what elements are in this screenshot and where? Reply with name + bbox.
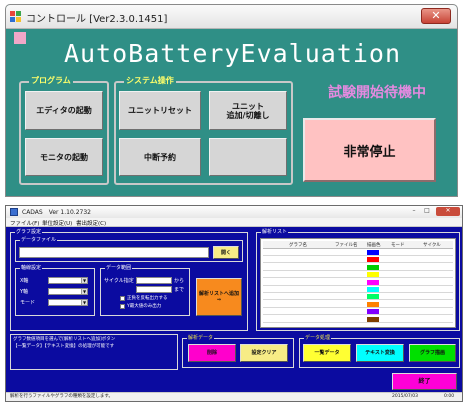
color-swatch — [367, 257, 379, 263]
close-icon[interactable]: ✕ — [421, 8, 451, 24]
emergency-stop-button[interactable]: 非常停止 — [303, 118, 436, 182]
status-bar-time: 0:00 — [444, 394, 455, 399]
list-item[interactable] — [263, 249, 453, 256]
list-item[interactable] — [263, 264, 453, 271]
chevron-down-icon[interactable]: ▼ — [81, 300, 87, 305]
list-data-button[interactable]: 一覧データ — [303, 344, 351, 362]
control-window: コントロール [Ver2.3.0.1451] ✕ AutoBatteryEval… — [5, 4, 458, 197]
cadas-app-icon — [10, 208, 18, 216]
clear-settings-button[interactable]: 設定クリア — [240, 344, 288, 362]
color-swatch — [367, 287, 379, 292]
data-file-input[interactable] — [19, 247, 209, 258]
status-bar: 解析を行うファイルやグラフの種類を設定します。 2015/07/03 0:00 — [6, 392, 462, 401]
color-swatch — [367, 272, 379, 278]
unit-add-line1: ユニット — [232, 101, 264, 111]
unit-add-line2: 追加/切離し — [226, 110, 270, 120]
cadas-window: CADAS Ver 1.10.2732 – □ ✕ ファイル(F) 単位設定(U… — [5, 205, 463, 402]
graph-draw-button[interactable]: グラフ描画 — [409, 344, 456, 362]
control-window-title: コントロール [Ver2.3.0.1451] — [26, 14, 168, 25]
list-item[interactable] — [263, 301, 453, 308]
menu-export-settings[interactable]: 書出設定(C) — [76, 219, 106, 227]
column-draw-color[interactable]: 描画色 — [367, 242, 381, 248]
status-bar-message: 解析を行うファイルやグラフの種類を設定します。 — [10, 394, 113, 399]
color-swatch — [367, 264, 379, 270]
cycle-spec-label: サイクル指定 — [104, 278, 134, 284]
color-swatch — [367, 294, 379, 300]
analysis-data-label: 解析データ — [187, 335, 215, 341]
arrow-right-icon: ⇒ — [216, 297, 222, 303]
list-item[interactable] — [263, 279, 453, 286]
analysis-list-header: グラフ名 ファイル名 描画色 モード サイクル — [263, 241, 453, 249]
test-status-text: 試験開始待機中 — [328, 85, 426, 101]
control-titlebar: コントロール [Ver2.3.0.1451] ✕ — [6, 5, 457, 29]
system-group-label: システム操作 — [124, 75, 176, 86]
unit-reset-button[interactable]: ユニットリセット — [119, 91, 201, 130]
y-axis-label: Y軸 — [20, 289, 29, 295]
exit-button[interactable]: 終了 — [392, 373, 457, 390]
y-max-only-checkbox[interactable] — [120, 304, 125, 309]
list-item[interactable] — [263, 308, 453, 316]
info-text-line2: 【一覧データ】【テキスト変換】の処理が可能です — [13, 344, 115, 349]
y-axis-select[interactable]: ▼ — [48, 288, 88, 295]
status-bar-date: 2015/07/03 — [392, 394, 418, 399]
x-axis-select[interactable]: ▼ — [48, 277, 88, 284]
list-item[interactable] — [263, 256, 453, 264]
axis-settings-label: 軸線設定 — [20, 265, 43, 271]
text-convert-button[interactable]: テキスト変換 — [356, 344, 404, 362]
from-label: から — [174, 278, 185, 284]
invert-sign-checkbox[interactable] — [120, 296, 125, 301]
minimize-icon[interactable]: – — [408, 207, 420, 216]
data-processing-label: データ処理 — [304, 335, 332, 341]
open-file-button[interactable]: 開く — [213, 246, 239, 259]
graph-settings-label: グラフ設定 — [15, 229, 43, 235]
menu-file[interactable]: ファイル(F) — [10, 219, 39, 227]
color-swatch — [367, 250, 379, 255]
column-file-name[interactable]: ファイル名 — [335, 242, 358, 248]
cycle-from-input[interactable] — [136, 277, 172, 284]
delete-button[interactable]: 削除 — [188, 344, 236, 362]
to-label: まで — [174, 287, 185, 293]
x-axis-label: X軸 — [20, 278, 29, 284]
column-graph-name[interactable]: グラフ名 — [289, 242, 307, 248]
data-file-label: データファイル — [20, 237, 58, 243]
mode-select[interactable]: ▼ — [48, 299, 88, 306]
cadas-titlebar: CADAS Ver 1.10.2732 – □ ✕ — [6, 206, 462, 218]
cycle-to-input[interactable] — [136, 286, 172, 293]
cadas-window-title: CADAS Ver 1.10.2732 — [22, 209, 91, 216]
invert-sign-label: 正負を反転出力する — [127, 296, 168, 301]
blank-button[interactable] — [209, 138, 287, 176]
maximize-icon[interactable]: □ — [421, 207, 433, 216]
launch-monitor-button[interactable]: モニタの起動 — [25, 138, 103, 176]
mode-label: モード — [20, 300, 36, 306]
column-cycle[interactable]: サイクル — [423, 242, 441, 248]
menu-unit-settings[interactable]: 単位設定(U) — [42, 219, 72, 227]
add-to-list-button[interactable]: 解析リストへ追加 ⇒ — [196, 278, 242, 316]
list-item[interactable] — [263, 286, 453, 293]
color-swatch — [367, 316, 379, 322]
list-item[interactable] — [263, 293, 453, 301]
y-max-only-label: Y最大値のみ出力 — [127, 304, 162, 309]
analysis-list-label: 解析リスト — [261, 229, 289, 235]
chevron-down-icon[interactable]: ▼ — [81, 278, 87, 283]
close-icon[interactable]: ✕ — [436, 207, 460, 216]
column-mode[interactable]: モード — [391, 242, 405, 248]
suspend-reserve-button[interactable]: 中断予約 — [119, 138, 201, 176]
launch-editor-button[interactable]: エディタの起動 — [25, 91, 103, 130]
app-title: AutoBatteryEvaluation — [63, 39, 402, 68]
chevron-down-icon[interactable]: ▼ — [81, 289, 87, 294]
app-logo-icon — [10, 11, 21, 22]
unit-add-detach-button[interactable]: ユニット 追加/切離し — [209, 91, 287, 130]
info-text-line1: グラフ数値項目を選んで[解析リストへ追加]ボタン — [13, 337, 116, 342]
program-group-label: プログラム — [29, 75, 73, 86]
list-item[interactable] — [263, 271, 453, 279]
list-item[interactable] — [263, 316, 453, 323]
color-swatch — [367, 309, 379, 315]
data-range-label: データ範囲 — [105, 265, 133, 271]
menu-bar: ファイル(F) 単位設定(U) 書出設定(C) — [6, 218, 462, 227]
analysis-list-view[interactable]: グラフ名 ファイル名 描画色 モード サイクル — [260, 238, 456, 328]
color-swatch — [367, 301, 379, 307]
color-swatch — [367, 279, 379, 285]
